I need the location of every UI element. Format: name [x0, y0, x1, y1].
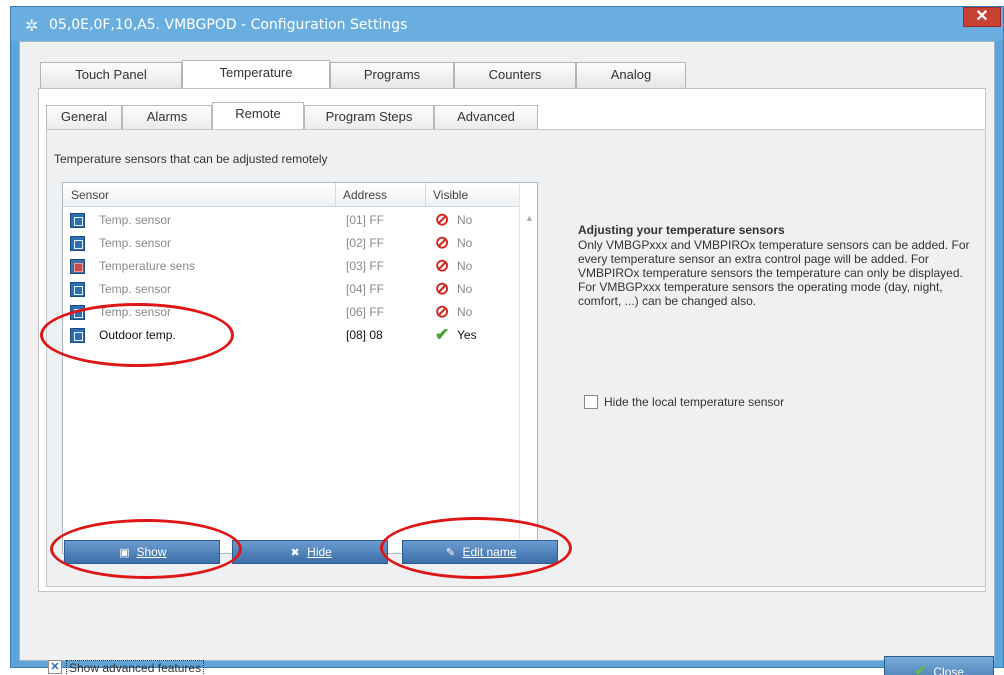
sensor-visible: No	[457, 259, 473, 273]
sensor-visible: No	[457, 282, 473, 296]
window-close-button[interactable]: ✕	[963, 7, 1001, 27]
tab-temperature[interactable]: Temperature	[182, 60, 330, 88]
thermostat-icon	[70, 236, 85, 251]
subtab-remote[interactable]: Remote	[212, 102, 304, 129]
checkmark-icon: ✔	[913, 663, 928, 675]
subtab-program-steps[interactable]: Program Steps	[304, 105, 434, 129]
tab-counters[interactable]: Counters	[454, 62, 576, 88]
close-button[interactable]: ✔ Close	[884, 656, 994, 675]
annotation-ellipse-outdoor	[40, 303, 234, 367]
sensor-address: [08] 08	[346, 328, 383, 342]
tab-programs[interactable]: Programs	[330, 62, 454, 88]
table-row[interactable]: Temp. sensor [01] FF ⊘ No	[63, 209, 519, 232]
prohibited-icon: ⊘	[435, 233, 450, 252]
prohibited-icon: ⊘	[435, 210, 450, 229]
sensor-address: [04] FF	[346, 282, 385, 296]
hide-local-sensor-label[interactable]: Hide the local temperature sensor	[604, 395, 784, 409]
annotation-ellipse-show	[50, 519, 242, 579]
show-advanced-label[interactable]: Show advanced features	[66, 660, 205, 675]
annotation-ellipse-edit-name	[380, 517, 572, 579]
column-divider	[425, 183, 426, 207]
table-row[interactable]: Temperature sens [03] FF ⊘ No	[63, 255, 519, 278]
sensor-visible: Yes	[457, 328, 477, 342]
scroll-up-icon[interactable]: ▲	[525, 213, 534, 223]
table-scrollbar[interactable]: ▲ ▼	[519, 183, 537, 553]
tab-analog[interactable]: Analog	[576, 62, 686, 88]
sensor-address: [01] FF	[346, 213, 385, 227]
subtab-alarms[interactable]: Alarms	[122, 105, 212, 129]
temperature-icon	[70, 259, 85, 274]
column-header-sensor[interactable]: Sensor	[71, 188, 109, 202]
show-advanced-checkbox[interactable]: ✕	[48, 660, 62, 674]
subtab-advanced[interactable]: Advanced	[434, 105, 538, 129]
tab-touch-panel[interactable]: Touch Panel	[40, 62, 182, 88]
prohibited-icon: ⊘	[435, 302, 450, 321]
sensor-visible: No	[457, 305, 473, 319]
remove-icon: ✖	[290, 547, 300, 559]
title-bar[interactable]: ✲ 05,0E,0F,10,A5. VMBGPOD - Configuratio…	[11, 7, 1003, 41]
touch-panel-icon	[70, 213, 85, 228]
sensor-name: Temp. sensor	[99, 282, 172, 296]
touch-panel-icon	[70, 282, 85, 297]
info-title: Adjusting your temperature sensors	[578, 223, 785, 237]
column-divider	[335, 183, 336, 207]
table-header: Sensor Address Visible	[63, 183, 519, 207]
prohibited-icon: ⊘	[435, 256, 450, 275]
checkmark-icon: ✔	[435, 325, 450, 344]
table-caption: Temperature sensors that can be adjusted…	[54, 152, 328, 166]
sensor-address: [02] FF	[346, 236, 385, 250]
sensor-address: [06] FF	[346, 305, 385, 319]
table-row[interactable]: Temp. sensor [02] FF ⊘ No	[63, 232, 519, 255]
sensor-visible: No	[457, 213, 473, 227]
table-row[interactable]: Temp. sensor [04] FF ⊘ No	[63, 278, 519, 301]
hide-local-sensor-checkbox[interactable]	[584, 395, 598, 409]
column-header-visible[interactable]: Visible	[433, 188, 468, 202]
column-header-address[interactable]: Address	[343, 188, 387, 202]
window-title: 05,0E,0F,10,A5. VMBGPOD - Configuration …	[49, 17, 408, 33]
sensor-address: [03] FF	[346, 259, 385, 273]
sensor-name: Temp. sensor	[99, 213, 172, 227]
hide-button[interactable]: ✖ Hide	[232, 540, 388, 564]
prohibited-icon: ⊘	[435, 279, 450, 298]
info-body: Only VMBGPxxx and VMBPIROx temperature s…	[578, 238, 970, 308]
sensor-name: Temperature sens	[99, 259, 196, 273]
sensor-table[interactable]: Sensor Address Visible Temp. sensor [01]…	[62, 182, 538, 554]
subtab-general[interactable]: General	[46, 105, 122, 129]
sensor-name: Temp. sensor	[99, 236, 172, 250]
sensor-visible: No	[457, 236, 473, 250]
gear-icon: ✲	[25, 18, 39, 35]
